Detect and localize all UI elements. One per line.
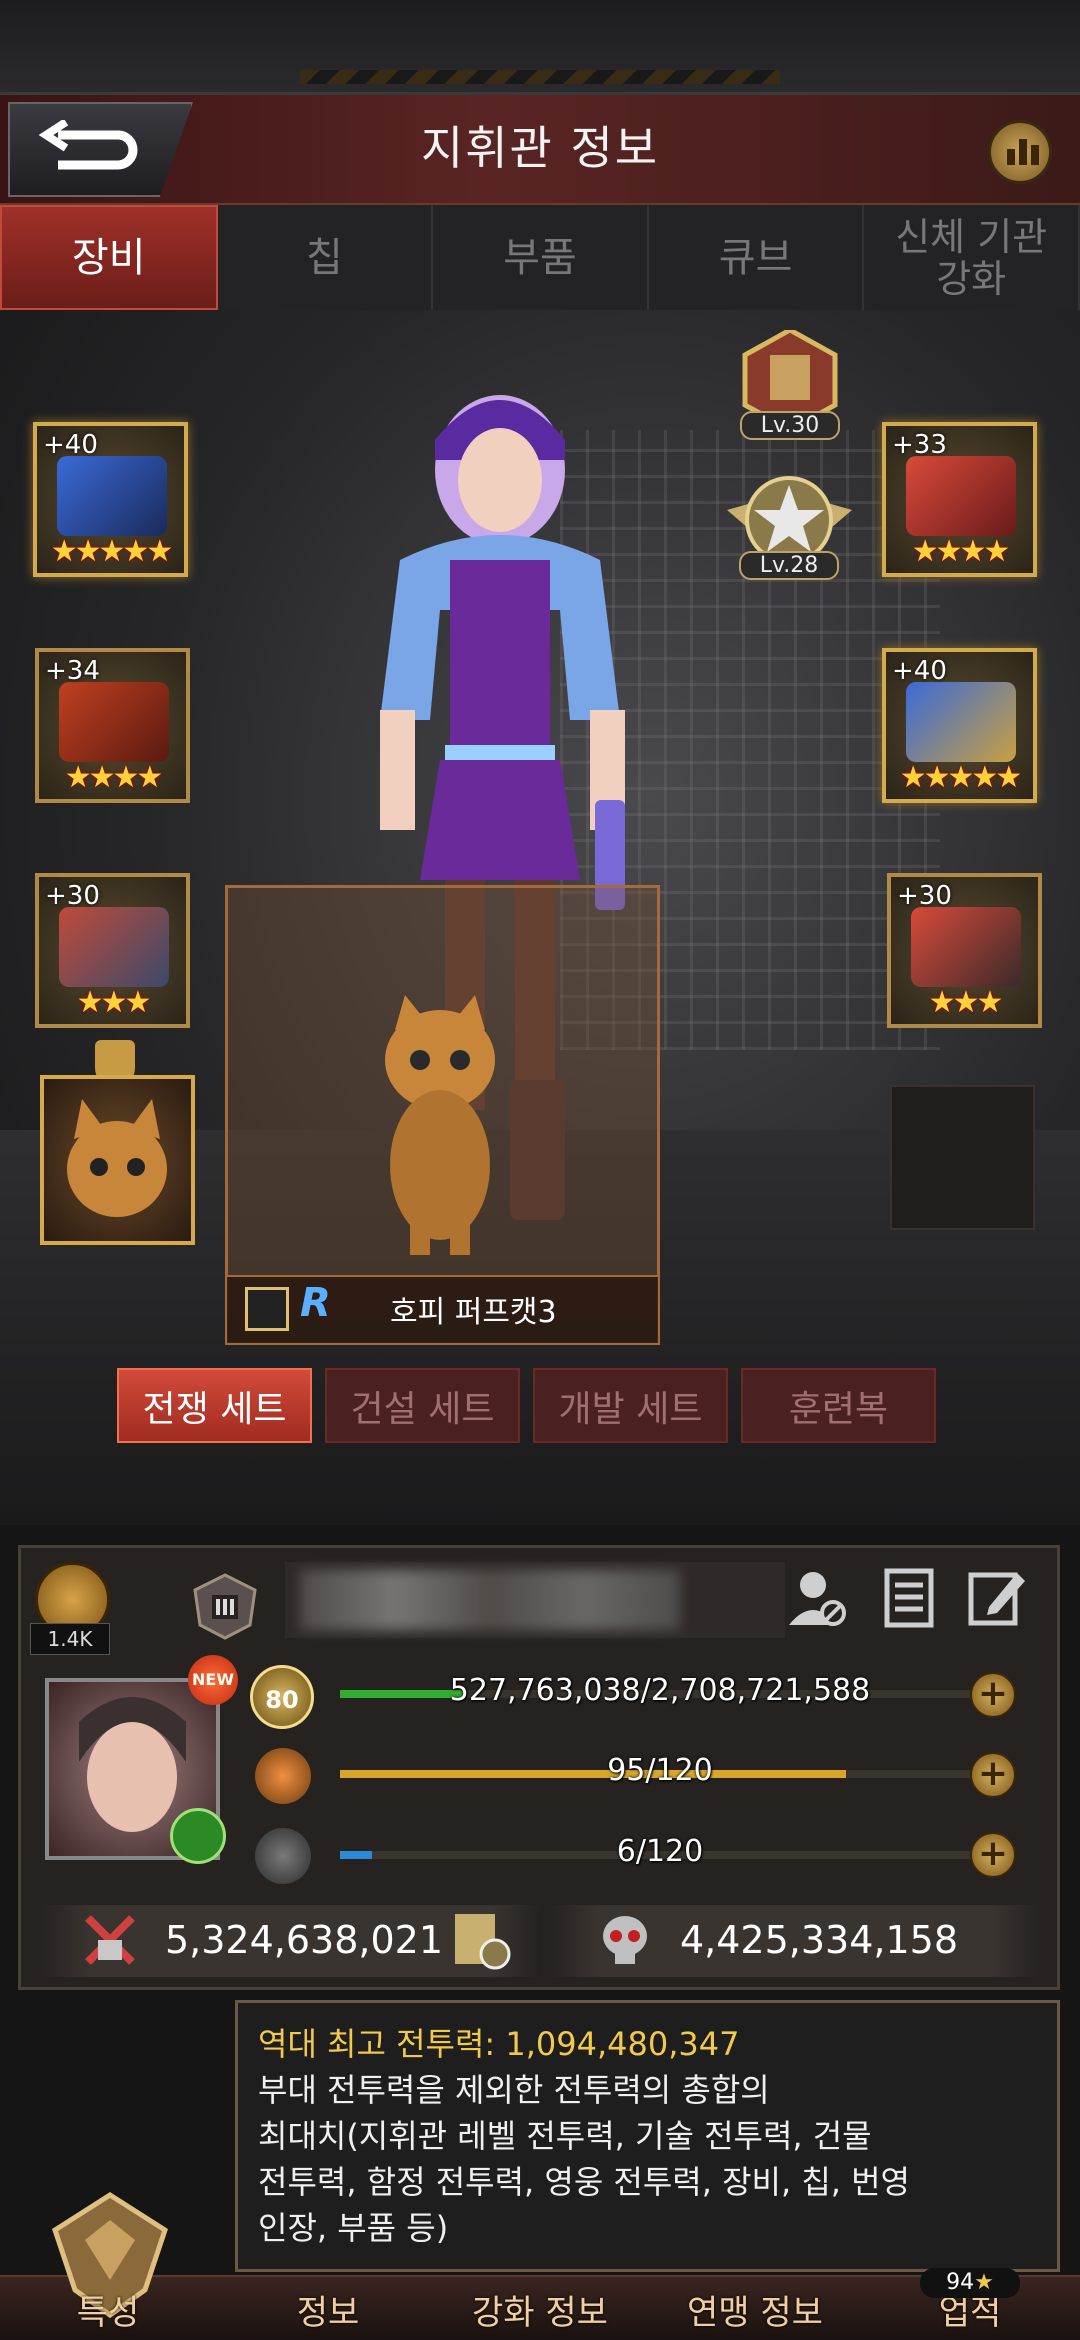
enhance-level: +30: [45, 881, 100, 911]
tab-chip[interactable]: 칩: [218, 205, 434, 310]
set-build-button[interactable]: 건설 세트: [325, 1368, 520, 1443]
commander-level-badge: 80: [250, 1665, 314, 1729]
stamina-value: 95/120: [607, 1753, 713, 1788]
equip-slot-gear[interactable]: +40 ★★★★★: [882, 648, 1037, 803]
rifle-icon: [57, 456, 167, 536]
tooltip-line: 전투력, 함정 전투력, 영웅 전투력, 장비, 칩, 번영: [258, 2163, 910, 2201]
equip-slot-weapon[interactable]: +40 ★★★★★: [33, 422, 188, 577]
armor-icon: [59, 682, 169, 762]
likes-count: 1.4K: [30, 1623, 110, 1655]
equip-slot-chest[interactable]: +30 ★★★: [35, 873, 190, 1028]
commander-info-screen: { "header": { "title": "지휘관 정보" }, "tabs…: [0, 0, 1080, 2340]
chestplate-icon: [59, 907, 169, 987]
achievement-count: 94: [946, 2270, 975, 2295]
badge-level: Lv.30: [740, 411, 840, 440]
equip-slot-helmet[interactable]: +33 ★★★★: [882, 422, 1037, 577]
expand-icon[interactable]: [245, 1287, 289, 1331]
tooltip-heading: 역대 최고 전투력: 1,094,480,347: [258, 2025, 740, 2063]
tooltip-line: 인장, 부품 등): [258, 2209, 449, 2247]
star-rating: ★★★★: [911, 534, 1011, 569]
tab-body-enhance[interactable]: 신체 기관 강화: [864, 205, 1080, 310]
nav-info[interactable]: 정보: [238, 2285, 418, 2334]
top-frame: [0, 0, 1080, 95]
skull-icon: [603, 1916, 647, 1964]
tab-equipment[interactable]: 장비: [0, 205, 218, 310]
max-power-tooltip: 역대 최고 전투력: 1,094,480,347 부대 전투력을 제외한 전투력…: [235, 2000, 1060, 2272]
add-energy-button[interactable]: +: [970, 1832, 1016, 1878]
cat-portrait-icon: [67, 1099, 167, 1217]
crossed-guns-icon: [85, 1915, 135, 1965]
power-value: 5,324,638,021: [165, 1918, 444, 1962]
add-stamina-button[interactable]: +: [970, 1752, 1016, 1798]
rank-badge-armor[interactable]: Lv.30: [735, 327, 845, 440]
boots-icon: [911, 907, 1021, 987]
refresh-icon[interactable]: [170, 1808, 226, 1864]
tooltip-line: 부대 전투력을 제외한 전투력의 총합의: [258, 2071, 770, 2109]
edit-icon[interactable]: [965, 1565, 1029, 1629]
block-user-icon[interactable]: [785, 1565, 849, 1629]
new-badge: NEW: [188, 1655, 238, 1705]
enhance-level: +33: [892, 430, 947, 460]
gear-icon: [906, 682, 1016, 762]
power-history-icon[interactable]: [451, 1910, 511, 1970]
tab-bar: 장비 칩 부품 큐브 신체 기관 강화: [0, 205, 1080, 310]
kills-stat: 4,425,334,158: [595, 1905, 958, 1975]
star-icon: ★: [974, 2270, 994, 2295]
enhance-level: +40: [43, 430, 98, 460]
ranking-stats-button[interactable]: [988, 120, 1052, 184]
tab-parts[interactable]: 부품: [433, 205, 649, 310]
rank-emblem-icon: [193, 1573, 257, 1640]
kills-value: 4,425,334,158: [680, 1918, 959, 1962]
achievement-count-badge: 94★: [920, 2268, 1020, 2298]
energy-value: 6/120: [616, 1834, 704, 1869]
bar-chart-icon: [1007, 149, 1015, 165]
helmet-icon: [906, 456, 1016, 536]
star-rating: ★★★: [928, 985, 1004, 1020]
page-title: 지휘관 정보: [420, 121, 660, 175]
enhance-level: +30: [897, 881, 952, 911]
power-stat: 5,324,638,021: [80, 1905, 511, 1975]
set-training-button[interactable]: 훈련복: [741, 1368, 936, 1443]
exp-value: 527,763,038/2,708,721,588: [449, 1673, 871, 1708]
pet-slot[interactable]: [40, 1075, 195, 1245]
set-develop-button[interactable]: 개발 세트: [533, 1368, 728, 1443]
star-rating: ★★★★★: [899, 760, 1022, 795]
energy-bolt-icon: [255, 1828, 311, 1884]
star-rating: ★★★: [76, 985, 152, 1020]
rank-badge-star[interactable]: Lv.28: [722, 470, 857, 580]
pet-name: 호피 퍼프캣3: [390, 1295, 557, 1330]
tab-cube[interactable]: 큐브: [649, 205, 865, 310]
add-exp-button[interactable]: +: [970, 1672, 1016, 1718]
star-rating: ★★★★★: [50, 534, 173, 569]
record-list-icon[interactable]: [875, 1565, 939, 1629]
stamina-icon: [255, 1748, 311, 1804]
empty-equip-slot[interactable]: [890, 1085, 1035, 1230]
nav-trait[interactable]: 특성: [18, 2285, 198, 2334]
commander-name-blurred: [300, 1570, 680, 1630]
pet-rarity: R: [300, 1280, 331, 1326]
cat-pet-image: [385, 995, 495, 1255]
equip-slot-boots[interactable]: +30 ★★★: [887, 873, 1042, 1028]
set-war-button[interactable]: 전쟁 세트: [117, 1368, 312, 1443]
enhance-level: +40: [892, 656, 947, 686]
tooltip-line: 최대치(지휘관 레벨 전투력, 기술 전투력, 건물: [258, 2117, 872, 2155]
nav-enhance-info[interactable]: 강화 정보: [450, 2285, 630, 2334]
equip-slot-armor[interactable]: +34 ★★★★: [35, 648, 190, 803]
star-rating: ★★★★: [64, 760, 164, 795]
nav-alliance-info[interactable]: 연맹 정보: [665, 2285, 845, 2334]
enhance-level: +34: [45, 656, 100, 686]
badge-level: Lv.28: [739, 551, 839, 580]
